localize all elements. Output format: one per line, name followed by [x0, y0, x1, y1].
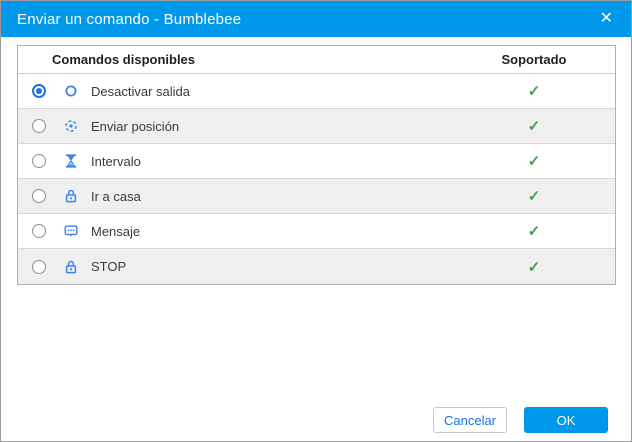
lock-icon	[65, 189, 77, 203]
radio-button[interactable]	[32, 154, 46, 168]
table-row-ir-a-casa[interactable]: Ir a casa ✓	[18, 179, 615, 214]
close-icon[interactable]: ✕	[597, 9, 616, 29]
supported-check-icon: ✓	[527, 118, 541, 135]
command-cell: Enviar posición	[18, 118, 453, 134]
command-cell: STOP	[18, 259, 453, 275]
column-header-commands: Comandos disponibles	[52, 52, 196, 67]
command-label: Intervalo	[91, 153, 141, 169]
table-header-row: Comandos disponibles Soportado	[18, 46, 615, 74]
supported-check-icon: ✓	[527, 223, 541, 240]
send-command-dialog: Enviar un comando - Bumblebee ✕ Comandos…	[0, 0, 632, 442]
radio-button-selected[interactable]	[32, 84, 46, 98]
column-header-supported: Soportado	[501, 52, 567, 67]
table-row-stop[interactable]: STOP ✓	[18, 249, 615, 284]
radio-button[interactable]	[32, 224, 46, 238]
commands-table: Comandos disponibles Soportado Desactiva…	[17, 45, 616, 285]
supported-check-icon: ✓	[527, 188, 541, 205]
ok-button[interactable]: OK	[524, 407, 608, 433]
radio-button[interactable]	[32, 119, 46, 133]
command-label: Mensaje	[91, 223, 141, 239]
lock-icon	[65, 260, 77, 273]
radio-button[interactable]	[32, 259, 46, 274]
cancel-button[interactable]: Cancelar	[433, 407, 507, 433]
table-row-desactivar-salida[interactable]: Desactivar salida ✓	[18, 74, 615, 109]
hourglass-icon	[65, 154, 77, 168]
command-label: Desactivar salida	[91, 83, 190, 99]
message-icon	[64, 225, 78, 237]
supported-check-icon: ✓	[527, 258, 541, 276]
dialog-title: Enviar un comando - Bumblebee	[17, 10, 242, 28]
command-cell: Ir a casa	[18, 188, 453, 204]
command-label: STOP	[91, 259, 127, 274]
table-row-mensaje[interactable]: Mensaje ✓	[18, 214, 615, 249]
command-cell: Mensaje	[18, 223, 453, 239]
crosshair-icon	[65, 120, 77, 132]
table-row-intervalo[interactable]: Intervalo ✓	[18, 144, 615, 179]
table-row-enviar-posicion[interactable]: Enviar posición ✓	[18, 109, 615, 144]
dialog-titlebar: Enviar un comando - Bumblebee ✕	[1, 1, 631, 37]
circle-icon	[65, 85, 77, 97]
radio-button[interactable]	[32, 189, 46, 203]
command-cell: Intervalo	[18, 153, 453, 169]
supported-check-icon: ✓	[527, 153, 541, 170]
command-cell: Desactivar salida	[18, 83, 453, 99]
command-label: Ir a casa	[91, 188, 141, 204]
supported-check-icon: ✓	[527, 83, 541, 100]
command-label: Enviar posición	[91, 118, 180, 134]
